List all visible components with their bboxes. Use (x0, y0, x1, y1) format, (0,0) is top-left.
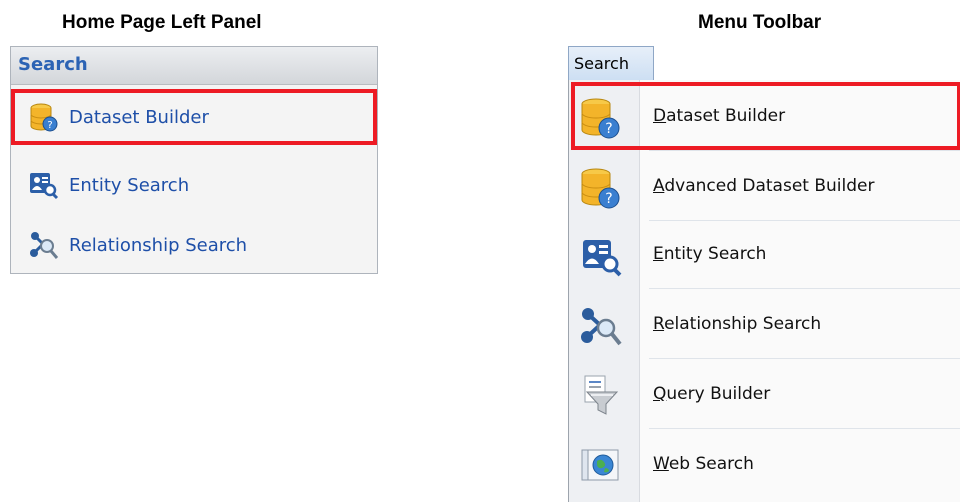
menu-item-relationship-search[interactable]: Relationship Search (569, 290, 960, 358)
left-item-dataset-builder[interactable]: ? Dataset Builder (11, 89, 377, 145)
svg-text:?: ? (605, 121, 612, 137)
globe-icon (579, 444, 623, 488)
menu-separator (649, 358, 960, 359)
svg-text:?: ? (47, 120, 52, 131)
left-item-label: Entity Search (69, 174, 190, 196)
left-item-label: Dataset Builder (69, 106, 209, 128)
home-left-panel: Search ? Dataset Builder Entity Search R… (10, 46, 378, 274)
menu-tab-search[interactable]: Search (568, 46, 654, 80)
menu-item-dataset-builder[interactable]: ? Dataset Builder (569, 82, 960, 150)
menu-item-query-builder[interactable]: Query Builder (569, 360, 960, 428)
database-help-icon: ? (579, 166, 623, 210)
menu-separator (649, 428, 960, 429)
funnel-icon (579, 374, 623, 418)
relationship-search-icon (579, 304, 623, 348)
entity-search-icon (29, 170, 59, 200)
database-help-icon: ? (29, 102, 59, 132)
left-panel-title: Home Page Left Panel (62, 12, 262, 33)
left-item-relationship-search[interactable]: Relationship Search (11, 217, 377, 273)
menu-item-label: Advanced Dataset Builder (653, 176, 875, 196)
menu-item-label: Dataset Builder (653, 106, 786, 126)
entity-search-icon (579, 234, 623, 278)
menu-item-entity-search[interactable]: Entity Search (569, 220, 960, 288)
left-item-entity-search[interactable]: Entity Search (11, 157, 377, 213)
menu-item-label: Query Builder (653, 384, 771, 404)
search-dropdown-menu: ? Dataset Builder ? Advanced Dataset Bui… (568, 80, 960, 502)
menu-toolbar: Search ? Dataset Builder ? Advanced Data… (568, 46, 960, 502)
menu-item-label: Relationship Search (653, 314, 822, 334)
menu-toolbar-title: Menu Toolbar (698, 12, 822, 33)
menu-separator (649, 288, 960, 289)
menu-item-label: Entity Search (653, 244, 767, 264)
menu-item-label: Web Search (653, 454, 754, 474)
svg-text:?: ? (605, 191, 612, 207)
left-item-label: Relationship Search (69, 234, 248, 256)
relationship-search-icon (29, 230, 59, 260)
menu-separator (649, 150, 960, 151)
menu-item-advanced-dataset-builder[interactable]: ? Advanced Dataset Builder (569, 152, 960, 220)
menu-item-web-search[interactable]: Web Search (569, 430, 960, 498)
left-panel-header: Search (11, 47, 377, 85)
database-help-icon: ? (579, 96, 623, 140)
